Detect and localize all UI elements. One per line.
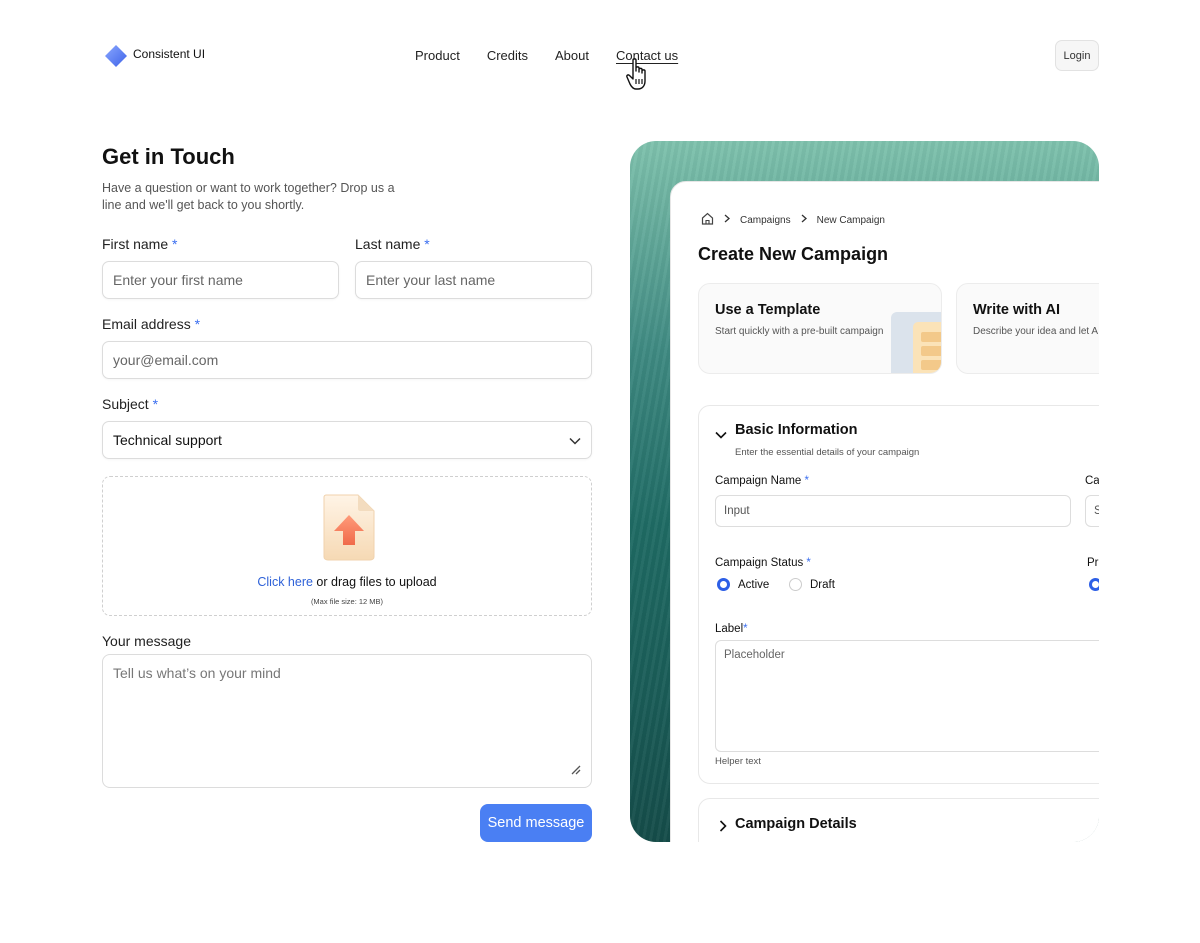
file-upload-icon: [322, 493, 376, 566]
subject-select[interactable]: Technical support: [102, 421, 592, 459]
first-name-input[interactable]: Enter your first name: [102, 261, 339, 299]
truncated-field-label: Ca: [1085, 475, 1099, 487]
campaign-name-input[interactable]: Input: [715, 495, 1071, 527]
app-preview-panel: Campaigns New Campaign Create New Campai…: [630, 141, 1099, 842]
message-placeholder: Tell us what’s on your mind: [113, 665, 281, 681]
campaign-title: Create New Campaign: [698, 244, 889, 264]
template-illustration: [891, 312, 941, 373]
section-title: Basic Information: [735, 422, 858, 438]
label-field-label: Label*: [715, 623, 748, 635]
section-desc: Enter the essential details of your camp…: [735, 447, 920, 458]
hand-pointer-icon: [625, 57, 655, 98]
chevron-right-icon: [724, 214, 730, 226]
label-textarea[interactable]: Placeholder: [715, 640, 1099, 752]
truncated-field-label-2: Pr: [1087, 557, 1099, 569]
upload-click-link[interactable]: Click here: [257, 575, 313, 589]
campaign-name-label: Campaign Name *: [715, 475, 809, 487]
nav-product[interactable]: Product: [415, 48, 460, 63]
page-subtitle: Have a question or want to work together…: [102, 181, 395, 212]
last-name-input[interactable]: Enter your last name: [355, 261, 592, 299]
login-button[interactable]: Login: [1055, 40, 1099, 71]
chevron-down-icon[interactable]: [715, 426, 727, 444]
subject-value: Technical support: [113, 432, 222, 448]
email-label: Email address *: [102, 316, 201, 332]
upload-size-note: (Max file size: 12 MB): [310, 597, 384, 606]
basic-information-section: Basic Information Enter the essential de…: [698, 405, 1099, 784]
helper-text: Helper text: [715, 756, 761, 767]
upload-instructions: Click here or drag files to upload: [257, 575, 437, 589]
send-message-button[interactable]: Send message: [480, 804, 592, 842]
radio-empty-icon: [789, 578, 802, 591]
truncated-radio[interactable]: [1089, 578, 1099, 591]
resize-handle-icon[interactable]: [569, 762, 581, 778]
home-icon[interactable]: [701, 212, 714, 228]
nav-about[interactable]: About: [555, 48, 589, 63]
message-label: Your message: [102, 633, 191, 649]
breadcrumb-new-campaign: New Campaign: [816, 214, 885, 226]
option-title: Use a Template: [715, 302, 821, 318]
write-with-ai-card[interactable]: Write with AI Describe your idea and let…: [956, 283, 1099, 374]
email-input[interactable]: your@email.com: [102, 341, 592, 379]
chevron-right-icon: [801, 214, 807, 226]
status-active-radio[interactable]: Active: [717, 578, 769, 591]
campaign-details-section: Campaign Details: [698, 798, 1099, 842]
message-textarea[interactable]: Tell us what’s on your mind: [102, 654, 592, 788]
diamond-logo-icon: [104, 44, 127, 67]
chevron-right-icon[interactable]: [719, 819, 727, 837]
radio-selected-icon: [717, 578, 730, 591]
breadcrumb-campaigns[interactable]: Campaigns: [740, 215, 791, 226]
brand-logo[interactable]: Consistent UI: [104, 44, 206, 67]
option-desc: Describe your idea and let AI: [973, 326, 1099, 337]
option-title: Write with AI: [973, 302, 1060, 318]
nav-credits[interactable]: Credits: [487, 48, 528, 63]
breadcrumb: Campaigns New Campaign: [701, 212, 885, 228]
radio-selected-icon: [1089, 578, 1099, 591]
option-desc: Start quickly with a pre-built campaign: [715, 326, 884, 337]
last-name-label: Last name *: [355, 236, 430, 252]
preview-card: Campaigns New Campaign Create New Campai…: [670, 181, 1099, 842]
first-name-label: First name *: [102, 236, 178, 252]
page-title: Get in Touch: [102, 144, 235, 169]
subject-label: Subject *: [102, 396, 159, 412]
brand-name: Consistent UI: [133, 47, 206, 61]
status-draft-radio[interactable]: Draft: [789, 578, 835, 591]
file-upload-dropzone[interactable]: Click here or drag files to upload (Max …: [102, 476, 592, 616]
campaign-status-label: Campaign Status *: [715, 557, 811, 569]
top-nav: Consistent UI Product Credits About Cont…: [0, 0, 1200, 110]
chevron-down-icon: [569, 432, 581, 448]
section-title: Campaign Details: [735, 816, 857, 832]
use-template-card[interactable]: Use a Template Start quickly with a pre-…: [698, 283, 942, 374]
truncated-field-input[interactable]: S: [1085, 495, 1099, 527]
